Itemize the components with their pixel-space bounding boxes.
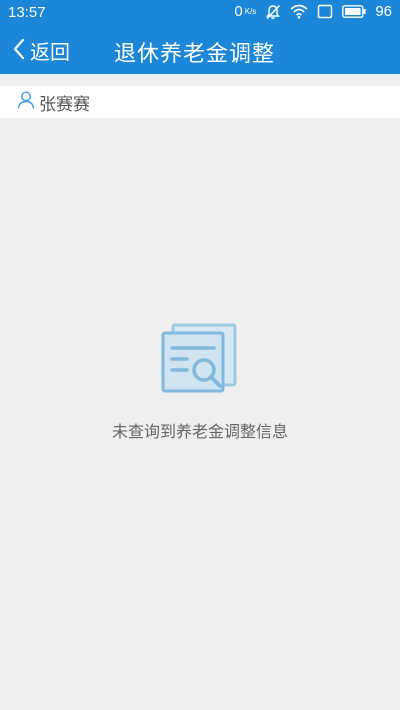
battery-level: 96 — [375, 3, 392, 20]
user-row: 张赛赛 — [0, 86, 400, 118]
back-button[interactable]: 返回 — [12, 36, 70, 65]
nav-bar: 返回 退休养老金调整 — [0, 26, 400, 74]
mute-icon — [265, 4, 281, 20]
wifi-icon — [290, 4, 308, 19]
status-bar: 13:57 0 K/s 96 — [0, 0, 400, 26]
page-title: 退休养老金调整 — [114, 42, 276, 67]
chevron-left-icon — [12, 37, 26, 65]
screen-icon — [317, 4, 333, 19]
empty-state: 未查询到养老金调整信息 — [0, 318, 400, 442]
back-label: 返回 — [30, 40, 70, 64]
user-icon — [16, 90, 36, 114]
network-speed-value: 0 — [234, 3, 243, 20]
document-search-icon — [0, 318, 400, 394]
user-name: 张赛赛 — [39, 94, 90, 115]
empty-message: 未查询到养老金调整信息 — [111, 422, 288, 441]
status-time: 13:57 — [8, 4, 46, 21]
network-speed-unit: K/s — [244, 6, 257, 16]
network-speed: 0 K/s — [234, 3, 256, 20]
battery-icon — [342, 5, 366, 18]
status-icons: 0 K/s 96 — [234, 3, 392, 20]
